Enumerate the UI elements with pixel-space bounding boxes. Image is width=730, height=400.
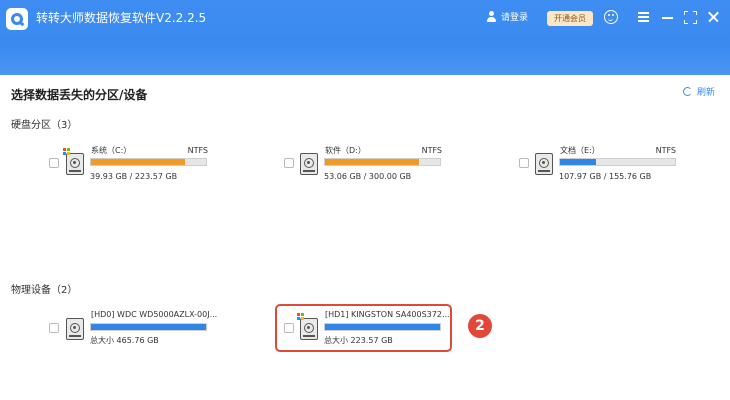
usage-bar-fill (325, 159, 420, 165)
login-label: 请登录 (501, 13, 529, 23)
usage-bar (90, 158, 207, 166)
step-badge: 2 (468, 314, 492, 338)
partition-name: 系统（C:） (91, 146, 132, 155)
usage-bar (559, 158, 676, 166)
usage-bar (324, 158, 441, 166)
page-title: 选择数据丢失的分区/设备 (11, 88, 148, 102)
refresh-icon (683, 87, 692, 96)
partition-checkbox[interactable] (284, 158, 294, 168)
menu-icon[interactable] (637, 10, 651, 24)
title-bar: 转转大师数据恢复软件V2.2.2.5 请登录 开通会员 (0, 0, 730, 75)
partition-fs: NTFS (187, 146, 208, 155)
feedback-icon[interactable] (604, 10, 618, 24)
device-bar-fill (91, 324, 206, 330)
devices-title: 物理设备（2） (11, 285, 78, 296)
device-name: [HD0] WDC WD5000AZLX-00J... (91, 310, 218, 319)
partition-name: 文档（E:） (560, 146, 600, 155)
partition-usage: 39.93 GB / 223.57 GB (90, 172, 178, 181)
device-size: 总大小 465.76 GB (90, 336, 159, 345)
disk-drive-icon (63, 148, 84, 175)
partition-fs: NTFS (655, 146, 676, 155)
partition-name: 软件（D:） (325, 146, 366, 155)
usage-bar-fill (560, 159, 596, 165)
partition-checkbox[interactable] (49, 158, 59, 168)
partitions-title: 硬盘分区（3） (11, 120, 78, 131)
vip-button[interactable]: 开通会员 (547, 11, 593, 26)
disk-drive-icon (66, 318, 84, 340)
maximize-icon[interactable] (684, 10, 698, 24)
login-button[interactable]: 请登录 (486, 11, 528, 25)
partition-usage: 107.97 GB / 155.76 GB (559, 172, 652, 181)
app-logo-icon (6, 8, 28, 30)
close-icon[interactable] (707, 10, 721, 24)
disk-drive-icon (535, 153, 553, 175)
device-checkbox[interactable] (49, 323, 59, 333)
usage-bar-fill (91, 159, 186, 165)
refresh-label: 刷新 (697, 88, 716, 98)
partition-fs: NTFS (421, 146, 442, 155)
windows-icon (63, 148, 70, 155)
refresh-button[interactable]: 刷新 (683, 87, 715, 99)
disk-drive-icon (300, 153, 318, 175)
partition-usage: 53.06 GB / 300.00 GB (324, 172, 412, 181)
app-title: 转转大师数据恢复软件V2.2.2.5 (36, 11, 207, 25)
user-icon (486, 11, 497, 22)
partition-checkbox[interactable] (519, 158, 529, 168)
selection-highlight (275, 304, 452, 352)
device-bar (90, 323, 207, 331)
minimize-icon[interactable] (661, 10, 675, 24)
